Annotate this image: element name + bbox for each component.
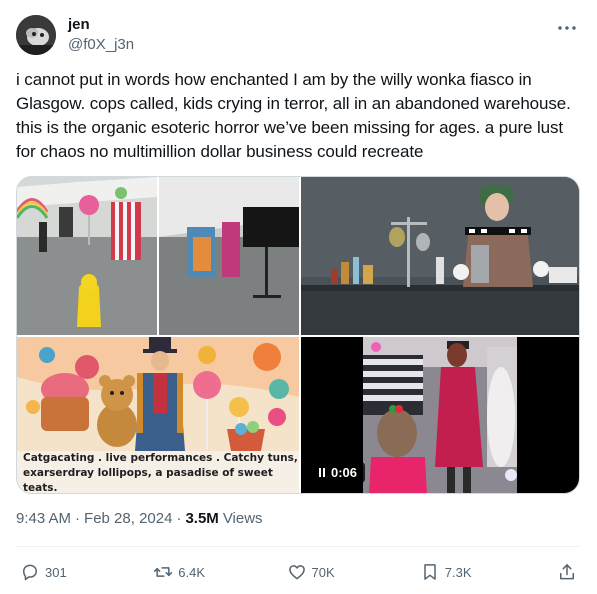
media-photo-poster[interactable]: Catgacating . live performances . Catchy…	[17, 337, 299, 494]
video-duration-badge[interactable]: 0:06	[311, 462, 366, 483]
bookmark-count: 7.3K	[444, 564, 472, 580]
share-icon	[560, 564, 574, 580]
meta-separator: ·	[75, 510, 81, 527]
display-name[interactable]: jen	[68, 16, 134, 34]
video-duration: 0:06	[331, 465, 358, 480]
meta-separator: ·	[176, 510, 182, 527]
tweet: jen @f0X_j3n i cannot put in words how e…	[0, 0, 597, 594]
pause-icon	[319, 468, 325, 477]
media-grid: Catgacating . live performances . Catchy…	[16, 176, 580, 494]
author-names: jen @f0X_j3n	[68, 16, 134, 54]
avatar[interactable]	[16, 15, 56, 55]
media-photo-warehouse[interactable]	[17, 177, 299, 335]
more-horizontal-icon[interactable]	[555, 18, 579, 38]
tweet-time[interactable]: 9:43 AM	[16, 510, 71, 527]
poster-caption: Catgacating . live performances . Catchy…	[17, 451, 299, 494]
reply-button[interactable]: 301	[20, 562, 110, 582]
tweet-meta: 9:43 AM · Feb 28, 2024 · 3.5M Views	[16, 510, 263, 527]
share-button[interactable]	[553, 562, 577, 582]
tweet-date[interactable]: Feb 28, 2024	[84, 510, 172, 527]
like-count: 70K	[311, 564, 335, 580]
action-bar: 301 6.4K 70K 7.3K	[20, 560, 577, 584]
reply-count: 301	[45, 564, 67, 580]
views-label: Views	[222, 510, 263, 527]
heart-icon	[288, 565, 305, 580]
like-button[interactable]: 70K	[287, 562, 377, 582]
media-photo-lab-actor[interactable]	[301, 177, 579, 335]
bookmark-icon	[424, 564, 436, 580]
divider	[16, 546, 581, 547]
repost-count: 6.4K	[178, 564, 205, 580]
reply-icon	[23, 564, 37, 581]
tweet-header: jen @f0X_j3n	[16, 12, 585, 58]
repost-button[interactable]: 6.4K	[153, 562, 243, 582]
views-count: 3.5M	[185, 510, 219, 527]
repost-icon	[154, 567, 173, 577]
poster-caption-line1: Catgacating . live performances . Catchy…	[23, 451, 298, 464]
tweet-text: i cannot put in words how enchanted I am…	[16, 70, 571, 161]
handle[interactable]: @f0X_j3n	[68, 36, 134, 54]
media-video[interactable]: 0:06	[301, 337, 579, 493]
poster-caption-line2: exarserdray lollipops, a pasadise of swe…	[23, 466, 273, 494]
bookmark-button[interactable]: 7.3K	[420, 562, 510, 582]
